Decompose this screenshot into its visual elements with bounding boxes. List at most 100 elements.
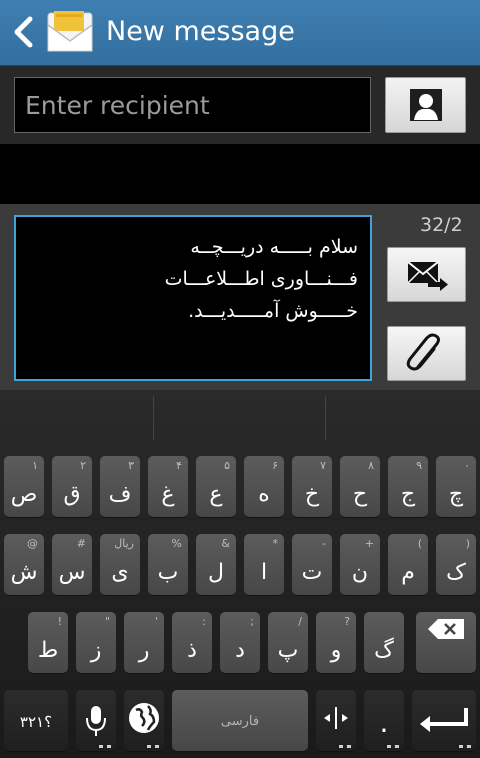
attach-button[interactable] <box>387 326 466 381</box>
recipient-list-area <box>0 144 480 204</box>
key-hah[interactable]: ۸ح <box>340 456 380 517</box>
send-message-icon <box>407 261 448 291</box>
key-lam[interactable]: & ل <box>196 534 236 595</box>
key-ta[interactable]: ! ط <box>28 612 68 673</box>
key-secondary: # <box>76 537 86 550</box>
key-ayn[interactable]: ۵ع <box>196 456 236 517</box>
key-label: ا <box>260 560 268 585</box>
voice-input-key[interactable] <box>76 690 116 751</box>
key-label: گ <box>374 638 394 663</box>
key-sin[interactable]: # س <box>52 534 92 595</box>
long-press-indicator <box>339 745 351 748</box>
key-label: ب <box>157 560 179 585</box>
key-label: ز <box>90 638 102 663</box>
language-key[interactable] <box>124 690 164 751</box>
key-he[interactable]: ۶ه <box>244 456 284 517</box>
key-secondary: ) <box>465 537 470 550</box>
key-secondary: ۵ <box>224 459 230 472</box>
key-label: پ <box>277 638 299 663</box>
key-secondary: - <box>322 537 326 550</box>
long-press-indicator <box>459 745 471 748</box>
key-mim[interactable]: (م <box>388 534 428 595</box>
key-label: ط <box>37 638 59 663</box>
long-press-indicator <box>99 745 111 748</box>
compose-area: سلام بـــــه دریـــچــه فـــنـــاوری اطـ… <box>0 204 480 390</box>
backspace-key[interactable] <box>416 612 476 673</box>
key-be[interactable]: % ب <box>148 534 188 595</box>
key-sad[interactable]: ۱ص <box>4 456 44 517</box>
key-ghayn[interactable]: ۴غ <box>148 456 188 517</box>
space-key[interactable]: فارسی <box>172 690 308 751</box>
key-secondary: ( <box>417 537 422 550</box>
long-press-indicator <box>387 745 399 748</box>
key-secondary: ' <box>154 615 158 628</box>
suggestion-bar <box>0 390 480 446</box>
key-jim[interactable]: ۹ج <box>388 456 428 517</box>
key-ze[interactable]: " ز <box>76 612 116 673</box>
message-text: سلام بـــــه دریـــچــه فـــنـــاوری اطـ… <box>164 236 358 322</box>
suggestion-divider <box>325 396 326 440</box>
key-label: م <box>401 560 415 585</box>
page-title: New message <box>106 16 295 47</box>
key-secondary: & <box>221 537 230 550</box>
key-label: . <box>379 706 389 739</box>
character-counter: 32/2 <box>420 214 463 236</box>
key-label: و <box>330 638 342 663</box>
key-pe[interactable]: / پ <box>268 612 308 673</box>
key-qaf[interactable]: ۲ق <box>52 456 92 517</box>
key-secondary: ۲ <box>80 459 86 472</box>
key-ye[interactable]: ریال ی <box>100 534 140 595</box>
key-label: ه <box>258 482 270 507</box>
key-secondary: ? <box>344 615 350 628</box>
key-label: ج <box>400 482 416 507</box>
enter-key[interactable] <box>412 690 476 751</box>
key-label: ؟۳۲۱ <box>19 713 53 731</box>
key-re[interactable]: ' ر <box>124 612 164 673</box>
key-fa[interactable]: ۳ف <box>100 456 140 517</box>
key-gaf[interactable]: گ <box>364 612 404 673</box>
symbols-key[interactable]: ؟۳۲۱ <box>4 690 68 751</box>
key-secondary: / <box>298 615 302 628</box>
long-press-indicator <box>147 745 159 748</box>
key-secondary: % <box>171 537 182 550</box>
key-label: س <box>58 560 86 585</box>
key-label: ک <box>446 560 466 585</box>
backspace-icon <box>428 619 464 639</box>
enter-icon <box>420 708 468 732</box>
key-khe[interactable]: ۷خ <box>292 456 332 517</box>
chevron-left-icon <box>14 16 33 48</box>
key-nun[interactable]: + ن <box>340 534 380 595</box>
send-button[interactable] <box>387 247 466 302</box>
key-secondary: + <box>364 537 374 550</box>
period-key[interactable]: . <box>364 690 404 751</box>
key-label: ح <box>352 482 368 507</box>
key-label: فارسی <box>220 714 260 729</box>
recipient-input[interactable] <box>14 77 371 133</box>
keyboard: ۱ص ۲ق ۳ف ۴غ ۵ع ۶ه ۷خ ۸ح ۹ج ۰چ @ ش # س ریال… <box>0 390 480 758</box>
key-secondary: ! <box>57 615 62 628</box>
paperclip-icon <box>406 333 440 371</box>
key-label: ر <box>138 638 150 663</box>
key-label: ن <box>351 560 369 585</box>
key-secondary: ۰ <box>464 459 470 472</box>
key-shin[interactable]: @ ش <box>4 534 44 595</box>
key-vav[interactable]: ? و <box>316 612 356 673</box>
key-secondary: ۶ <box>272 459 278 472</box>
key-label: خ <box>304 482 320 507</box>
key-label: ق <box>63 482 81 507</box>
key-te[interactable]: -ت <box>292 534 332 595</box>
microphone-icon <box>86 706 106 736</box>
key-secondary: ۳ <box>128 459 134 472</box>
contact-picker-button[interactable] <box>385 77 466 133</box>
key-alef[interactable]: * ا <box>244 534 284 595</box>
cursor-key[interactable] <box>316 690 356 751</box>
key-che[interactable]: ۰چ <box>436 456 476 517</box>
key-kaf[interactable]: ) ک <box>436 534 476 595</box>
key-secondary: ۹ <box>416 459 422 472</box>
message-input[interactable]: سلام بـــــه دریـــچــه فـــنـــاوری اطـ… <box>14 215 372 381</box>
contact-person-icon <box>410 89 442 121</box>
key-label: ذ <box>187 638 197 663</box>
key-zal[interactable]: :ذ <box>172 612 212 673</box>
back-button[interactable] <box>8 14 38 50</box>
key-dal[interactable]: ; د <box>220 612 260 673</box>
